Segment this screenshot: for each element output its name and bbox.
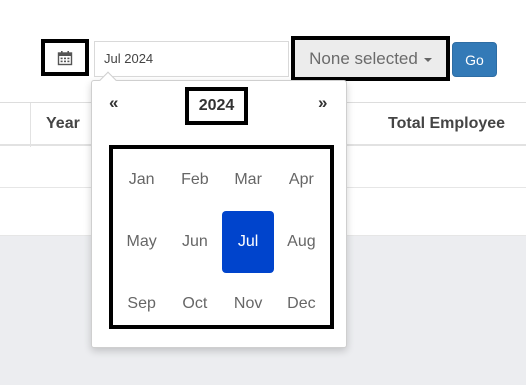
month-dec[interactable]: Dec [275, 273, 327, 335]
month-oct[interactable]: Oct [169, 273, 221, 335]
month-picker-popup: « 2024 » Jan Feb Mar Apr May Jun Jul Aug… [91, 71, 347, 348]
month-sep[interactable]: Sep [116, 273, 168, 335]
year-switch[interactable]: 2024 [185, 87, 248, 125]
column-header-year[interactable]: Year [46, 115, 80, 133]
next-year-button[interactable]: » [318, 93, 327, 113]
column-header-total-employee[interactable]: Total Employee [388, 115, 505, 133]
caret-down-icon [423, 57, 432, 62]
calendar-icon [57, 50, 73, 65]
dropdown-label: None selected [309, 48, 418, 68]
multiselect-dropdown-button[interactable]: None selected [291, 36, 450, 81]
month-jan[interactable]: Jan [116, 149, 168, 211]
month-mar[interactable]: Mar [222, 149, 274, 211]
month-nov[interactable]: Nov [222, 273, 274, 335]
calendar-button[interactable] [41, 39, 89, 76]
month-jun[interactable]: Jun [169, 211, 221, 273]
month-jul-selected[interactable]: Jul [222, 211, 275, 273]
month-feb[interactable]: Feb [169, 149, 221, 211]
month-apr[interactable]: Apr [275, 149, 327, 211]
column-divider [30, 103, 31, 147]
month-aug[interactable]: Aug [275, 211, 327, 273]
month-year-input[interactable]: Jul 2024 [94, 41, 289, 77]
month-may[interactable]: May [116, 211, 168, 273]
page: Year Total Employee Jul 2024 None select… [0, 0, 526, 385]
previous-year-button[interactable]: « [109, 93, 118, 113]
go-button[interactable]: Go [452, 42, 497, 77]
month-grid: Jan Feb Mar Apr May Jun Jul Aug Sep Oct … [109, 145, 334, 329]
